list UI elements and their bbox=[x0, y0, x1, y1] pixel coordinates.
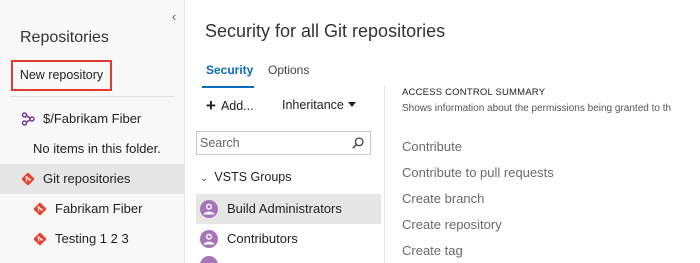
divider bbox=[11, 96, 174, 97]
tree-item-testing-1-2-3[interactable]: Testing 1 2 3 bbox=[0, 224, 184, 254]
permission-contribute-pull-requests: Contribute to pull requests bbox=[402, 165, 554, 180]
empty-folder-text: No items in this folder. bbox=[33, 141, 161, 156]
tfvc-branch-icon bbox=[21, 112, 35, 126]
access-summary-title: ACCESS CONTROL SUMMARY bbox=[402, 87, 546, 98]
git-icon bbox=[33, 232, 47, 246]
identity-label: Build Administrators bbox=[227, 201, 342, 216]
group-avatar-icon bbox=[200, 200, 218, 218]
add-button-label: Add... bbox=[220, 99, 254, 113]
tree-item-empty-message: No items in this folder. bbox=[0, 134, 184, 164]
permission-create-repository: Create repository bbox=[402, 217, 502, 232]
tree-item-label: Git repositories bbox=[43, 171, 131, 186]
active-tab-indicator bbox=[202, 86, 254, 88]
page-title: Security for all Git repositories bbox=[205, 21, 446, 41]
identity-label: Contributors bbox=[227, 231, 298, 246]
permission-contribute: Contribute bbox=[402, 139, 462, 154]
caret-down-icon bbox=[347, 102, 356, 107]
tree-item-label: Testing 1 2 3 bbox=[55, 231, 129, 246]
collapse-panel-button[interactable]: ‹ bbox=[168, 10, 180, 24]
search-icon[interactable] bbox=[351, 136, 365, 150]
git-icon bbox=[21, 172, 35, 186]
tree-item-label: Fabrikam Fiber bbox=[55, 201, 143, 216]
new-repository-button[interactable]: New repository bbox=[11, 60, 112, 91]
group-avatar-icon bbox=[200, 230, 218, 248]
tree-item-git-repositories[interactable]: Git repositories bbox=[0, 164, 184, 194]
permission-create-tag: Create tag bbox=[402, 243, 463, 258]
inheritance-label: Inheritance bbox=[282, 98, 344, 112]
identity-contributors[interactable]: Contributors bbox=[196, 224, 381, 254]
group-header-label: VSTS Groups bbox=[214, 170, 292, 184]
identity-build-administrators[interactable]: Build Administrators bbox=[196, 194, 381, 224]
git-icon bbox=[33, 202, 47, 216]
tree-item-label: $/Fabrikam Fiber bbox=[43, 111, 142, 126]
plus-icon: + bbox=[206, 96, 216, 115]
chevron-down-icon: ⌄ bbox=[200, 173, 209, 184]
access-summary-description: Shows information about the permissions … bbox=[402, 103, 672, 114]
add-button[interactable]: + Add... bbox=[206, 96, 254, 115]
tree-item-fabrikam-fiber[interactable]: Fabrikam Fiber bbox=[0, 194, 184, 224]
panel-title: Repositories bbox=[20, 29, 109, 46]
group-avatar-icon bbox=[200, 256, 218, 263]
permission-create-branch: Create branch bbox=[402, 191, 485, 206]
repositories-panel: ‹ Repositories New repository $/Fabrikam… bbox=[0, 0, 185, 263]
group-header-vsts-groups[interactable]: ⌄ VSTS Groups bbox=[200, 170, 292, 184]
inheritance-dropdown[interactable]: Inheritance bbox=[282, 96, 356, 114]
divider bbox=[384, 86, 385, 263]
search-input[interactable] bbox=[200, 134, 345, 152]
tab-options[interactable]: Options bbox=[268, 62, 309, 78]
search-box bbox=[196, 131, 371, 155]
tree-item-tfvc-fabrikam-fiber[interactable]: $/Fabrikam Fiber bbox=[0, 104, 184, 134]
tab-security[interactable]: Security bbox=[206, 62, 253, 78]
